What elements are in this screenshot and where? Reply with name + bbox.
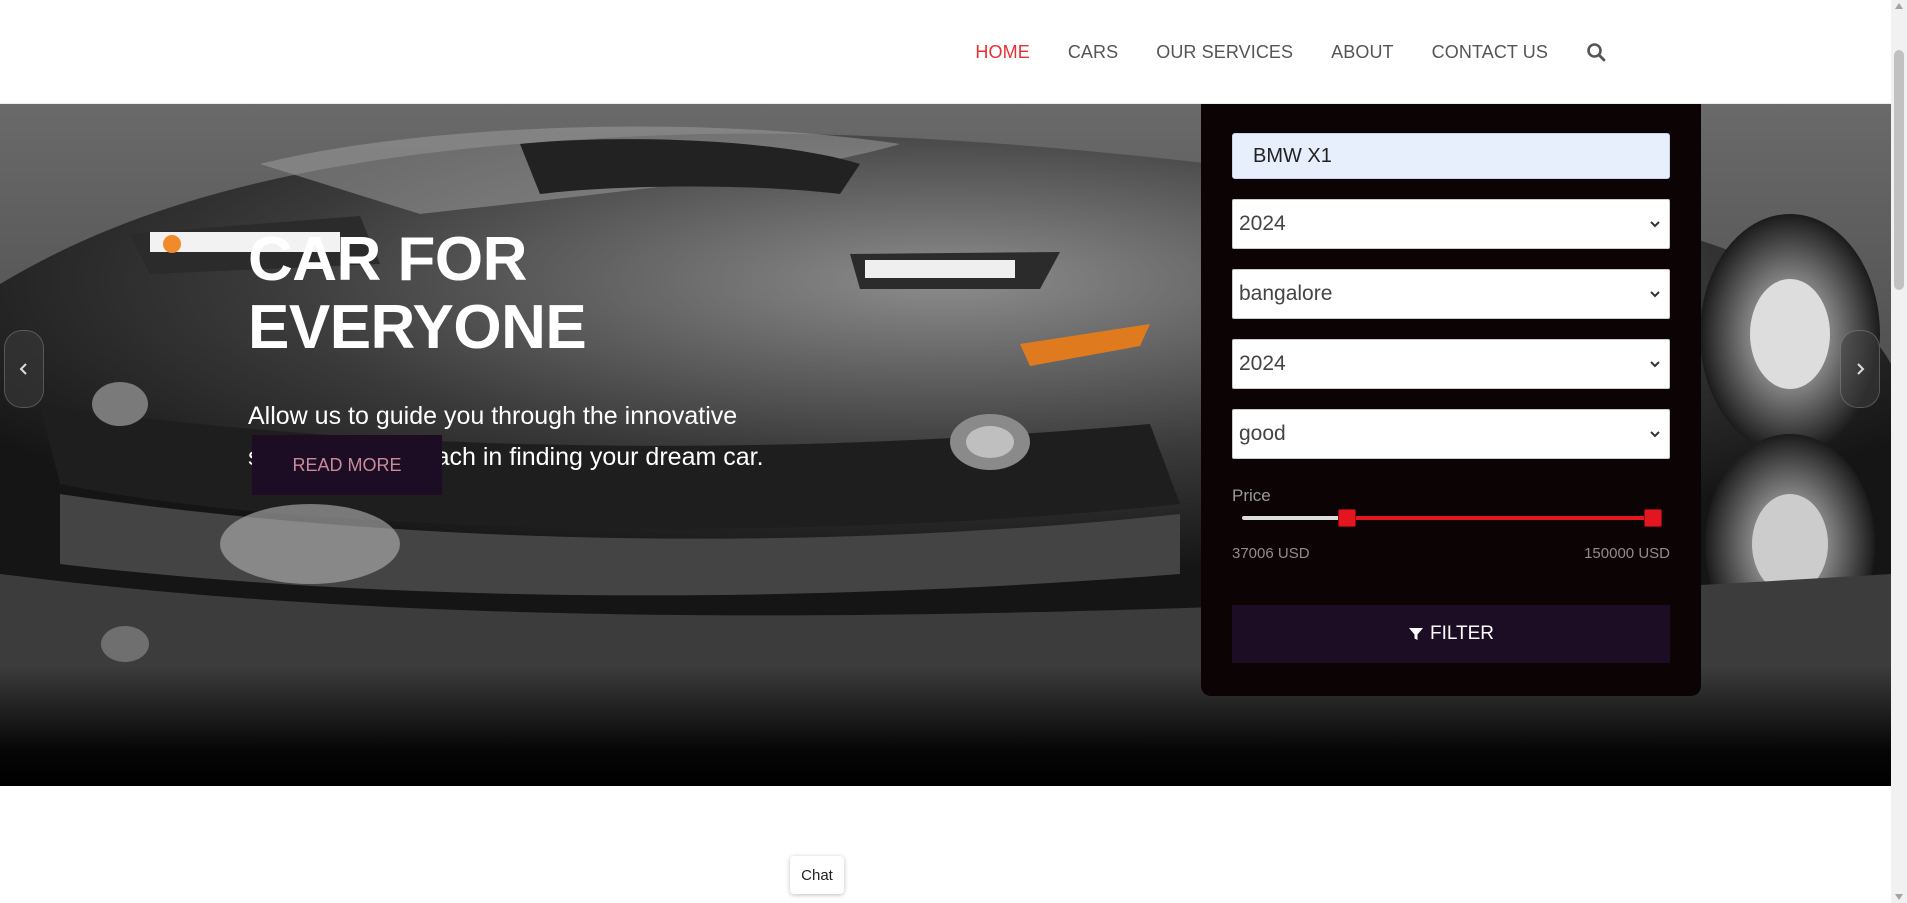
page-scrollbar[interactable] (1891, 0, 1907, 903)
nav-about[interactable]: ABOUT (1331, 42, 1394, 63)
scroll-down-arrow-icon[interactable] (1895, 894, 1903, 900)
price-max-value: 150000 USD (1584, 545, 1670, 562)
search-icon[interactable] (1586, 42, 1606, 62)
year-to-value: 2024 (1239, 352, 1286, 375)
chevron-down-icon (1650, 221, 1660, 228)
slider-selected-range (1347, 516, 1653, 520)
price-range-slider[interactable] (1242, 508, 1662, 528)
scrollbar-thumb[interactable] (1894, 50, 1904, 290)
price-label: Price (1232, 486, 1271, 505)
year-to-select[interactable]: 2024 (1232, 339, 1670, 389)
model-search-input[interactable]: BMW X1 (1232, 133, 1670, 179)
main-nav: HOME CARS OUR SERVICES ABOUT CONTACT US (975, 0, 1606, 104)
chevron-down-icon (1650, 291, 1660, 298)
nav-contact-us[interactable]: CONTACT US (1432, 42, 1548, 63)
scroll-up-arrow-icon[interactable] (1895, 3, 1903, 9)
hero-title: CAR FOR EVERYONE (248, 225, 587, 363)
slider-prev-button[interactable] (4, 330, 44, 408)
chevron-left-icon (19, 363, 27, 375)
read-more-button[interactable]: READ MORE (252, 435, 442, 495)
slider-max-handle[interactable] (1644, 509, 1662, 527)
slider-next-button[interactable] (1840, 330, 1880, 408)
chevron-down-icon (1650, 361, 1660, 368)
filter-icon (1408, 628, 1423, 640)
chevron-right-icon (1857, 363, 1865, 375)
filter-button[interactable]: FILTER (1232, 605, 1670, 663)
car-filter-panel: BMW X1 2024 bangalore 2024 good Price 37… (1201, 104, 1701, 696)
condition-value: good (1239, 422, 1286, 445)
condition-select[interactable]: good (1232, 409, 1670, 459)
location-select[interactable]: bangalore (1232, 269, 1670, 319)
year-from-value: 2024 (1239, 212, 1286, 235)
price-min-value: 37006 USD (1232, 545, 1310, 562)
page: HOME CARS OUR SERVICES ABOUT CONTACT US (0, 0, 1907, 903)
chevron-down-icon (1650, 431, 1660, 438)
site-header: HOME CARS OUR SERVICES ABOUT CONTACT US (0, 0, 1891, 104)
filter-button-label: FILTER (1429, 623, 1495, 644)
location-value: bangalore (1239, 282, 1333, 305)
slider-min-handle[interactable] (1338, 509, 1357, 527)
chat-button[interactable]: Chat (790, 856, 844, 894)
nav-home[interactable]: HOME (975, 42, 1029, 63)
year-from-select[interactable]: 2024 (1232, 199, 1670, 249)
nav-our-services[interactable]: OUR SERVICES (1156, 42, 1293, 63)
nav-cars[interactable]: CARS (1068, 42, 1118, 63)
